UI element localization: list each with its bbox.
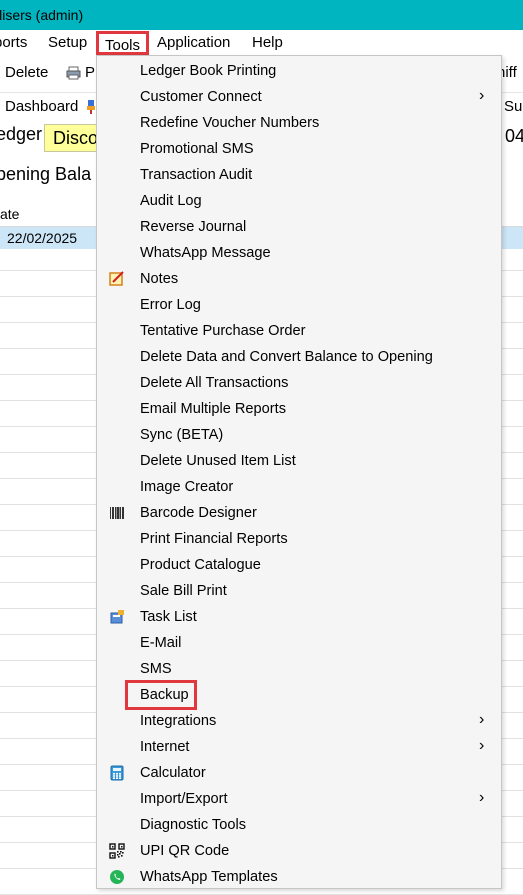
menu-item-label: WhatsApp Message <box>140 245 271 261</box>
menu-item-label: Reverse Journal <box>140 219 247 235</box>
menu-item-integrations[interactable]: Integrations › <box>97 708 501 734</box>
menu-item-internet[interactable]: Internet › <box>97 734 501 760</box>
menu-item-ledger-book-printing[interactable]: Ledger Book Printing <box>97 58 501 84</box>
ledger-label: edger <box>0 124 43 144</box>
menu-item-label: Sale Bill Print <box>140 583 227 599</box>
menu-tools[interactable]: Tools <box>96 31 150 55</box>
menu-item-product-catalogue[interactable]: Product Catalogue <box>97 552 501 578</box>
right-field-value: 04 <box>505 126 523 146</box>
menu-item-barcode-designer[interactable]: Barcode Designer <box>97 500 501 526</box>
menu-item-label: Ledger Book Printing <box>140 63 277 79</box>
menu-item-label: Delete All Transactions <box>140 375 289 391</box>
menu-item-whatsapp-message[interactable]: WhatsApp Message <box>97 240 501 266</box>
menu-item-label: UPI QR Code <box>140 843 230 859</box>
menu-item-label: Calculator <box>140 765 206 781</box>
tools-menu-dropdown: Ledger Book Printing Customer Connect › Red… <box>96 55 502 889</box>
menu-application[interactable]: Application <box>157 34 230 51</box>
menu-item-label: Diagnostic Tools <box>140 817 246 833</box>
highlight-box <box>125 680 197 710</box>
menu-item-label: Customer Connect <box>140 89 262 105</box>
menu-item-label: Barcode Designer <box>140 505 257 521</box>
menu-item-label: Audit Log <box>140 193 202 209</box>
menu-item-label: Tentative Purchase Order <box>140 323 306 339</box>
qr-code-icon <box>109 843 125 859</box>
menu-item-label: Error Log <box>140 297 201 313</box>
delete-button[interactable]: Delete <box>0 64 48 81</box>
barcode-icon <box>109 505 125 521</box>
menu-item-e-mail[interactable]: E-Mail <box>97 630 501 656</box>
menu-item-whatsapp-templates[interactable]: WhatsApp Templates <box>97 864 501 890</box>
printer-icon <box>66 66 81 80</box>
menu-item-email-multiple-reports[interactable]: Email Multiple Reports <box>97 396 501 422</box>
menu-item-transaction-audit[interactable]: Transaction Audit <box>97 162 501 188</box>
menu-item-label: Task List <box>140 609 197 625</box>
title-bar: ilisers (admin) <box>0 0 523 30</box>
print-button[interactable]: P <box>66 64 95 81</box>
menu-item-sms[interactable]: SMS <box>97 656 501 682</box>
menu-item-sync-beta[interactable]: Sync (BETA) <box>97 422 501 448</box>
menu-item-label: Notes <box>140 271 179 287</box>
menu-item-backup[interactable]: Backup <box>97 680 501 710</box>
menu-help[interactable]: Help <box>252 34 283 51</box>
menu-item-label: Promotional SMS <box>140 141 254 157</box>
menu-item-print-financial-reports[interactable]: Print Financial Reports <box>97 526 501 552</box>
whatsapp-icon <box>109 869 125 885</box>
menu-item-delete-all-transactions[interactable]: Delete All Transactions <box>97 370 501 396</box>
menu-item-label: E-Mail <box>140 635 182 651</box>
menu-item-customer-connect[interactable]: Customer Connect › <box>97 84 501 110</box>
menu-item-label: Sync (BETA) <box>140 427 224 443</box>
menu-item-label: WhatsApp Templates <box>140 869 278 885</box>
menu-item-audit-log[interactable]: Audit Log <box>97 188 501 214</box>
notes-icon <box>109 271 125 287</box>
menu-setup[interactable]: Setup <box>48 34 87 51</box>
menu-item-image-creator[interactable]: Image Creator <box>97 474 501 500</box>
menu-item-tentative-purchase-order[interactable]: Tentative Purchase Order <box>97 318 501 344</box>
chevron-right-icon: › <box>479 737 485 754</box>
menu-item-delete-data-and-convert-balance-to-opening[interactable]: Delete Data and Convert Balance to Openi… <box>97 344 501 370</box>
menu-item-diagnostic-tools[interactable]: Diagnostic Tools <box>97 812 501 838</box>
task-list-icon <box>109 609 125 625</box>
chevron-right-icon: › <box>479 789 485 806</box>
summary-tab[interactable]: Sur <box>504 98 523 115</box>
menu-item-task-list[interactable]: Task List <box>97 604 501 630</box>
menu-item-reverse-journal[interactable]: Reverse Journal <box>97 214 501 240</box>
menu-item-label: Integrations <box>140 713 217 729</box>
dashboard-tab[interactable]: Dashboard <box>0 98 78 115</box>
date-column-header[interactable]: ate <box>0 206 19 222</box>
menu-item-notes[interactable]: Notes <box>97 266 501 292</box>
menu-item-delete-unused-item-list[interactable]: Delete Unused Item List <box>97 448 501 474</box>
account-field[interactable]: Disco <box>44 124 104 152</box>
menu-item-label: Redefine Voucher Numbers <box>140 115 320 131</box>
menu-item-redefine-voucher-numbers[interactable]: Redefine Voucher Numbers <box>97 110 501 136</box>
menu-item-label: Image Creator <box>140 479 234 495</box>
menu-item-calculator[interactable]: Calculator <box>97 760 501 786</box>
chevron-right-icon: › <box>479 711 485 728</box>
menu-item-label: Delete Unused Item List <box>140 453 296 469</box>
menu-item-label: Print Financial Reports <box>140 531 288 547</box>
menu-item-error-log[interactable]: Error Log <box>97 292 501 318</box>
row-date-cell[interactable]: 22/02/2025 <box>7 230 77 246</box>
menu-item-import-export[interactable]: Import/Export › <box>97 786 501 812</box>
menu-item-sale-bill-print[interactable]: Sale Bill Print <box>97 578 501 604</box>
opening-balance-label: pening Bala <box>0 164 92 184</box>
menu-item-label: Delete Data and Convert Balance to Openi… <box>140 349 433 365</box>
menu-reports[interactable]: ports <box>0 34 27 51</box>
window-title: ilisers (admin) <box>0 7 84 23</box>
menu-item-label: Internet <box>140 739 190 755</box>
menu-bar: ports Setup Tools Application Help <box>0 30 523 56</box>
menu-item-label: Import/Export <box>140 791 228 807</box>
paint-icon[interactable] <box>86 98 96 115</box>
menu-item-upi-qr-code[interactable]: UPI QR Code <box>97 838 501 864</box>
calculator-icon <box>109 765 125 781</box>
menu-item-label: Email Multiple Reports <box>140 401 286 417</box>
chevron-right-icon: › <box>479 87 485 104</box>
menu-item-label: Transaction Audit <box>140 167 253 183</box>
menu-item-label: SMS <box>140 661 172 677</box>
menu-item-promotional-sms[interactable]: Promotional SMS <box>97 136 501 162</box>
menu-item-label: Product Catalogue <box>140 557 261 573</box>
